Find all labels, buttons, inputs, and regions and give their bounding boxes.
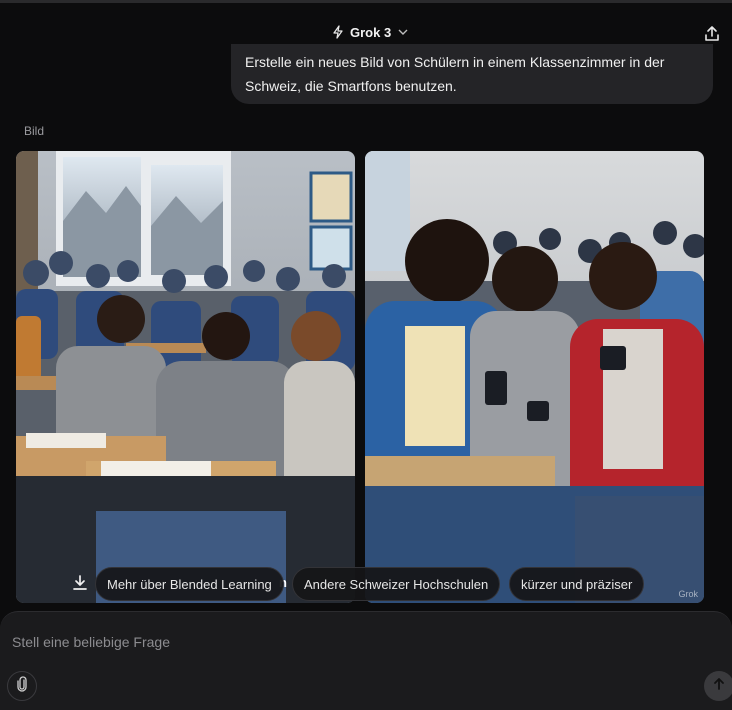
lightning-icon <box>332 25 344 39</box>
model-selector[interactable]: Grok 3 <box>332 22 409 42</box>
grok-watermark: Grok <box>678 589 698 599</box>
suggestion-chip-label: Andere Schweizer Hochschulen <box>304 576 489 592</box>
download-icon[interactable] <box>70 573 90 593</box>
suggestion-chip-label: kürzer und präziser <box>521 576 633 592</box>
suggestion-chip-schweizer-hochschulen[interactable]: Andere Schweizer Hochschulen <box>292 567 501 601</box>
share-icon[interactable] <box>703 25 721 43</box>
suggestion-chip-kuerzer[interactable]: kürzer und präziser <box>509 567 645 601</box>
images-label: Bild <box>24 124 45 138</box>
send-button[interactable] <box>704 671 732 701</box>
generated-image-2[interactable]: Grok <box>365 151 704 603</box>
chevron-down-icon <box>397 26 409 38</box>
attach-button[interactable] <box>7 671 37 701</box>
prompt-input[interactable] <box>10 630 664 654</box>
suggestion-chip-label: Mehr über Blended Learning <box>107 576 272 592</box>
user-message-bubble: Erstelle ein neues Bild von Schülern in … <box>231 44 713 104</box>
suggestion-chip-blended-learning[interactable]: Mehr über Blended Learning <box>95 567 284 601</box>
paperclip-icon <box>15 675 29 697</box>
user-message-text: Erstelle ein neues Bild von Schülern in … <box>245 54 665 94</box>
model-label: Grok 3 <box>350 24 392 40</box>
arrow-up-icon <box>712 677 726 696</box>
top-divider <box>0 0 732 3</box>
composer <box>0 611 732 710</box>
generated-image-1[interactable] <box>16 151 355 603</box>
